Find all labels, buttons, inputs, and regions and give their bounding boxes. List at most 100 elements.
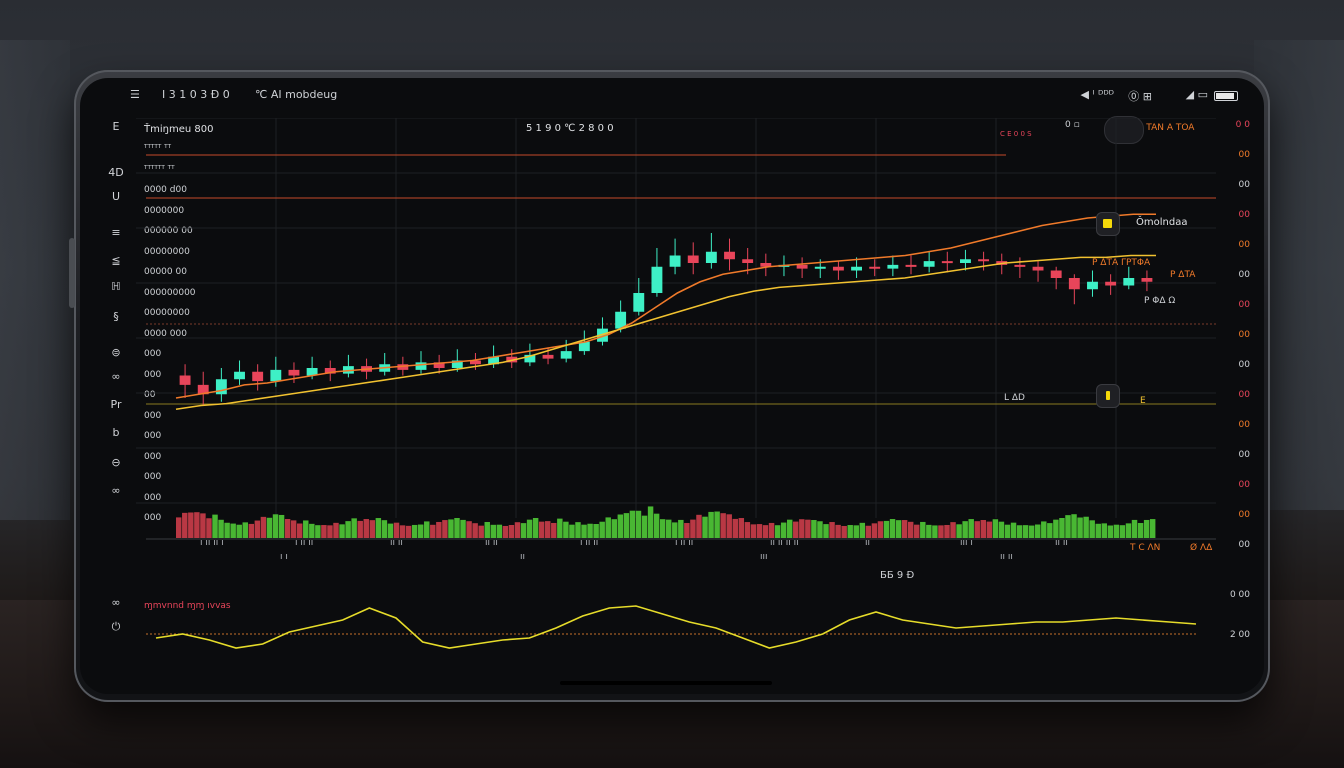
volume-bar [756,524,763,538]
status-app-name: ℃ AI mobdeug [255,88,338,101]
candle[interactable] [1123,278,1135,286]
candle[interactable] [960,259,971,263]
candle[interactable] [669,255,681,267]
candlestick-chart[interactable] [136,118,1216,548]
volume-bar [563,521,569,538]
volume-bar [345,521,351,538]
candle[interactable] [724,251,735,260]
sidebar-icon-11[interactable]: ⊖ [108,456,124,470]
volume-bar [944,524,950,538]
volume-bar [823,524,829,538]
volume-bar [1053,519,1059,538]
sidebar-icon-2[interactable]: U [108,190,124,204]
volume-bar [176,517,182,538]
candle[interactable] [814,266,826,269]
home-indicator[interactable] [560,681,772,685]
candle[interactable] [1105,281,1117,286]
signal-icon: ◀ ᴵ ᴰᴰᴰ [1080,88,1115,101]
y-tick-right: 00 [1238,240,1250,250]
x-tick: ı ıı ıı [675,538,694,548]
osc-side-icon-0[interactable]: ∞ [108,596,124,610]
candle[interactable] [270,369,282,382]
candle[interactable] [869,266,881,269]
sidebar-icon-7[interactable]: ⊜ [108,346,124,360]
candle[interactable] [252,371,264,382]
volume-button[interactable] [69,238,75,308]
volume-bar [206,518,212,538]
candle[interactable] [1014,264,1026,267]
candle[interactable] [1087,281,1098,290]
candle[interactable] [978,259,990,262]
volume-bar [405,525,412,538]
sidebar-icon-5[interactable]: ℍ [108,280,124,294]
volume-bar [411,524,418,538]
volume-bar [1004,524,1011,538]
status-icon-menu[interactable]: ☰ [130,88,140,101]
volume-bar [829,522,835,538]
volume-bar [242,522,248,538]
candle[interactable] [542,354,554,359]
volume-bar [1131,519,1138,538]
sidebar-icon-0[interactable]: E [108,120,124,134]
sidebar-icon-4[interactable]: ≦ [108,254,124,268]
sidebar-icon-8[interactable]: ∞ [108,370,124,384]
volume-bar [526,519,533,538]
volume-bar [793,521,799,538]
volume-bar [720,513,726,538]
volume-bar [1089,520,1095,538]
candle[interactable] [1068,278,1080,290]
volume-bar [230,523,236,538]
candle[interactable] [705,251,717,263]
sidebar-icon-3[interactable]: ≡ [108,226,124,240]
candle[interactable] [941,261,953,264]
candle[interactable] [905,264,917,267]
candle[interactable] [687,255,699,264]
volume-bar [532,518,539,538]
candle[interactable] [923,261,935,267]
legend-box-top[interactable] [1096,212,1120,236]
y-tick-right: 0 0 [1235,120,1250,130]
volume-bar [248,523,255,538]
candle[interactable] [851,266,862,271]
candle[interactable] [742,259,754,263]
candle[interactable] [234,371,245,380]
y-tick-right: 00 [1238,300,1250,310]
candle[interactable] [1032,266,1044,271]
moving-average-fast [175,213,1156,399]
volume-bar [466,521,472,538]
osc-side-icon-1[interactable]: ⏻ [108,620,124,634]
volume-bar [188,512,194,538]
volume-bar [926,524,932,538]
oscillator-chart[interactable] [136,598,1216,678]
candle[interactable] [1050,270,1062,279]
volume-bar [871,523,878,538]
volume-bar [726,514,732,538]
volume-bar [702,516,708,538]
legend-box-lower[interactable] [1096,384,1120,408]
volume-bar [853,525,859,538]
candle[interactable] [832,266,844,271]
candle[interactable] [633,293,645,312]
volume-bar [750,524,757,538]
sidebar-icon-9[interactable]: Pr [108,398,124,412]
y-tick-right: 00 [1238,150,1250,160]
volume-bar [623,513,630,538]
sidebar-icon-6[interactable]: § [108,310,124,324]
volume-bar [920,521,926,538]
candle[interactable] [215,379,227,395]
candle[interactable] [560,351,572,359]
sidebar-icon-1[interactable]: 4D [108,166,124,180]
sidebar-icon-10[interactable]: b [108,426,124,440]
candle[interactable] [288,369,300,376]
candle[interactable] [415,362,427,370]
candle[interactable] [887,264,899,269]
candle[interactable] [1141,278,1153,282]
volume-bar [817,521,823,538]
y-tick-right: 00 [1238,180,1250,190]
candle[interactable] [796,264,808,269]
candle[interactable] [651,266,663,293]
bottom-right-a: T C ΛN [1130,543,1161,553]
sidebar-icon-12[interactable]: ∞ [108,484,124,498]
volume-bar [786,519,793,538]
candle[interactable] [179,375,191,385]
